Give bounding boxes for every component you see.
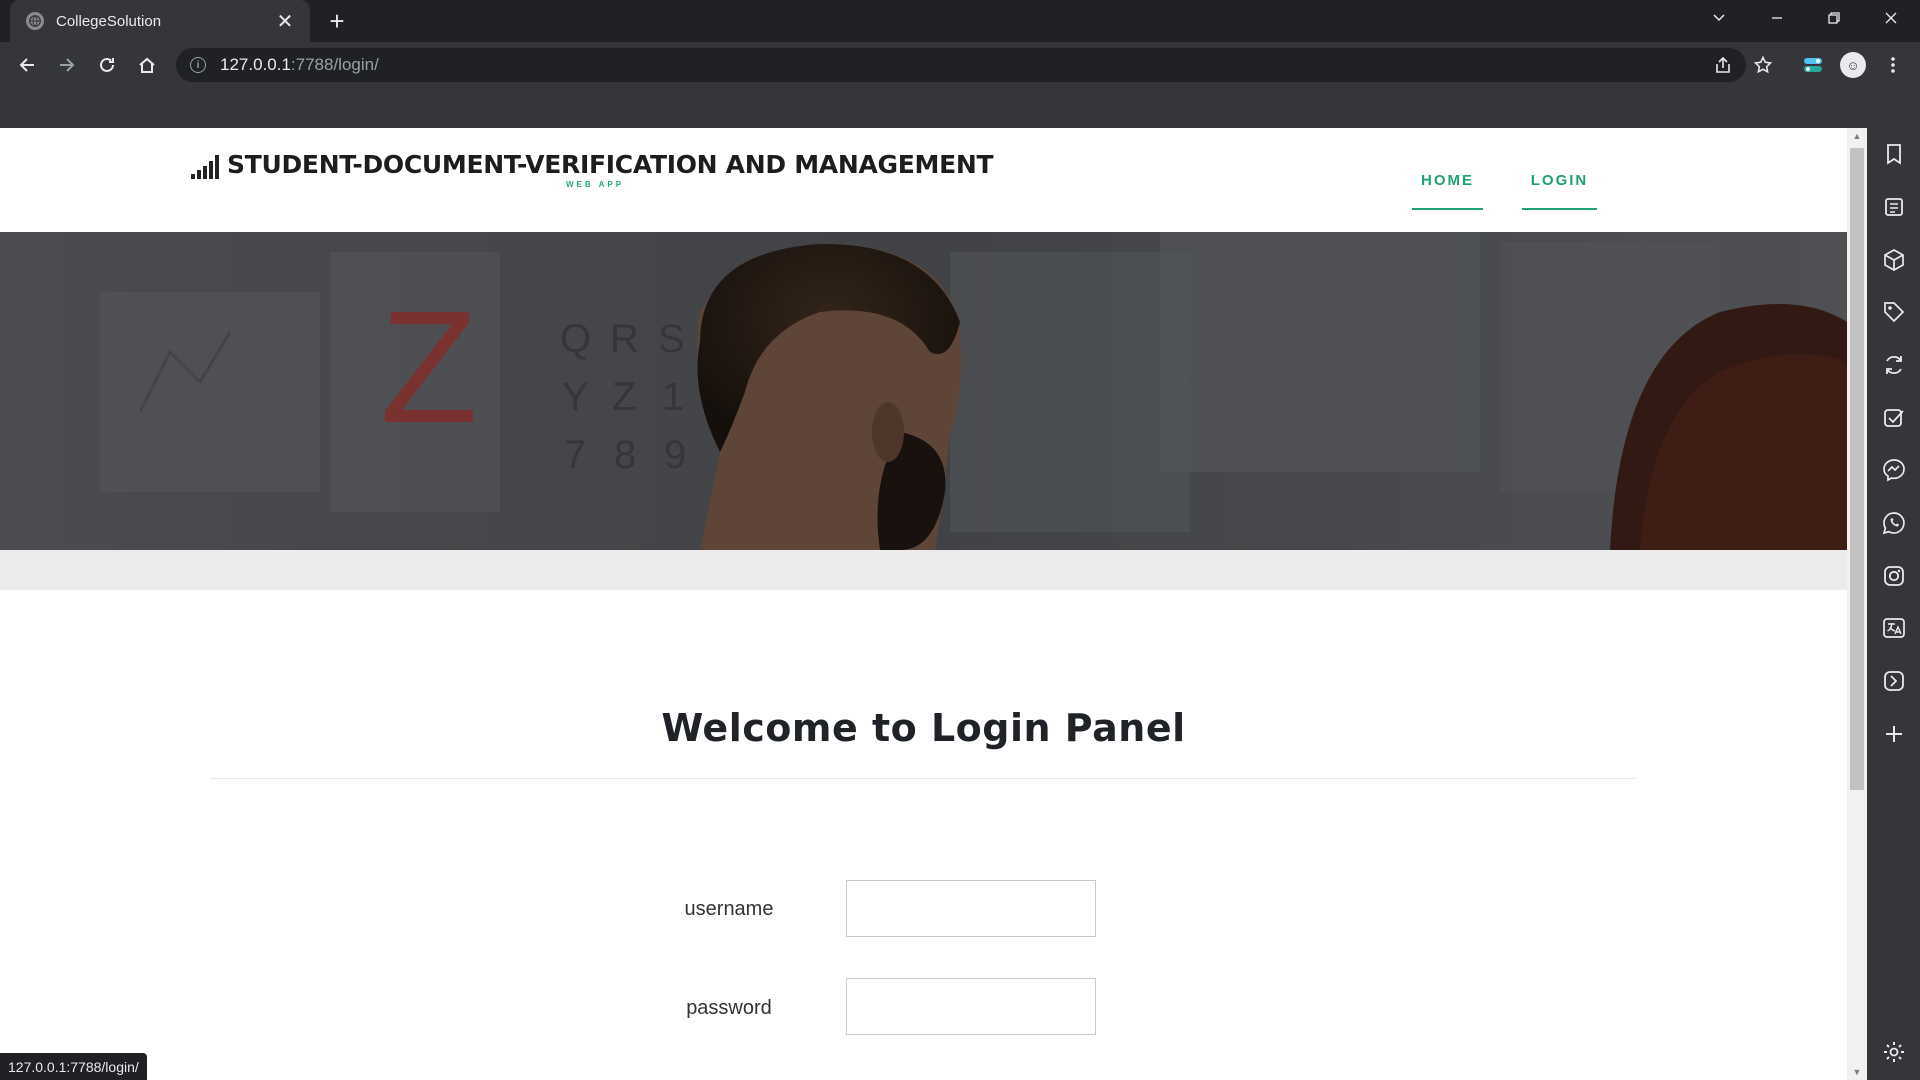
scroll-thumb[interactable] — [1850, 148, 1864, 790]
menu-button[interactable] — [1878, 50, 1908, 80]
translate-button[interactable] — [1880, 614, 1908, 642]
extension-button[interactable] — [1798, 50, 1828, 80]
home-button[interactable] — [132, 50, 162, 80]
whatsapp-icon — [1882, 512, 1905, 535]
password-input[interactable] — [846, 978, 1096, 1035]
scroll-up-icon[interactable]: ▲ — [1847, 128, 1867, 144]
arrow-right-icon — [60, 58, 75, 72]
site-header: STUDENT-DOCUMENT-VERIFICATION AND MANAGE… — [0, 128, 1847, 232]
reading-list-button[interactable] — [1880, 193, 1908, 221]
back-button[interactable] — [12, 50, 42, 80]
tags-button[interactable] — [1880, 298, 1908, 326]
messenger-button[interactable] — [1880, 456, 1908, 484]
whatsapp-button[interactable] — [1880, 509, 1908, 537]
chevron-right-box-icon — [1884, 671, 1904, 691]
sync-icon — [1886, 355, 1902, 375]
close-tab-icon[interactable]: ✕ — [274, 10, 296, 33]
site-subtitle: WEB APP — [566, 180, 625, 189]
close-icon — [1885, 12, 1897, 24]
translate-icon — [1883, 618, 1905, 638]
forward-button[interactable] — [52, 50, 82, 80]
status-url-tooltip: 127.0.0.1:7788/login/ — [0, 1053, 147, 1080]
arrow-left-icon — [19, 58, 34, 72]
home-icon — [139, 57, 155, 73]
chevron-down-icon — [1713, 14, 1725, 22]
side-panel — [1867, 128, 1920, 1080]
messenger-icon — [1883, 459, 1905, 482]
url-path: :7788/login/ — [290, 55, 379, 74]
minimize-icon — [1772, 17, 1782, 19]
title-divider — [210, 778, 1635, 779]
document-list-icon — [1885, 198, 1903, 216]
avatar: ☺ — [1840, 52, 1866, 78]
username-input[interactable] — [846, 880, 1096, 937]
section-divider-band — [0, 550, 1847, 590]
reload-icon — [100, 57, 114, 72]
nav-home[interactable]: HOME — [1412, 172, 1483, 210]
tasks-button[interactable] — [1880, 404, 1908, 432]
tab-title: CollegeSolution — [56, 12, 162, 30]
box-icon — [1884, 249, 1904, 271]
page-viewport: STUDENT-DOCUMENT-VERIFICATION AND MANAGE… — [0, 128, 1847, 1080]
restore-icon — [1828, 12, 1840, 24]
signal-bars-icon — [191, 155, 221, 179]
package-button[interactable] — [1880, 246, 1908, 274]
restore-button[interactable] — [1809, 0, 1859, 36]
tag-icon — [1884, 302, 1905, 323]
more-vert-icon — [1891, 57, 1895, 73]
tab-search-button[interactable] — [1694, 0, 1744, 36]
browser-toolbar: i 127.0.0.1:7788/login/ ☺ — [0, 42, 1920, 88]
url-host: 127.0.0.1 — [220, 55, 291, 74]
globe-icon — [26, 12, 44, 30]
address-bar[interactable]: i 127.0.0.1:7788/login/ — [176, 48, 1773, 82]
share-icon — [1716, 56, 1730, 73]
bookmark-icon — [1887, 144, 1901, 165]
minimize-button[interactable] — [1752, 0, 1802, 36]
site-title: STUDENT-DOCUMENT-VERIFICATION AND MANAGE… — [227, 150, 994, 179]
instagram-icon — [1884, 566, 1904, 586]
hero-image: Z Q R S Y Z 1 7 8 9 — [0, 232, 1847, 550]
instagram-button[interactable] — [1880, 562, 1908, 590]
extension-icon — [1804, 58, 1822, 72]
scroll-down-icon[interactable]: ▼ — [1847, 1064, 1867, 1080]
tab-strip: CollegeSolution ✕ + — [0, 0, 1920, 42]
nav-login[interactable]: LOGIN — [1522, 172, 1597, 210]
site-logo[interactable]: STUDENT-DOCUMENT-VERIFICATION AND MANAGE… — [191, 150, 994, 179]
star-icon — [1753, 55, 1773, 74]
page-title: Welcome to Login Panel — [661, 706, 1186, 750]
gear-icon — [1884, 1042, 1904, 1062]
page-scrollbar[interactable]: ▲ ▼ — [1847, 128, 1867, 1080]
profile-button[interactable]: ☺ — [1838, 50, 1868, 80]
new-tab-button[interactable]: + — [324, 6, 350, 36]
username-label: username — [684, 898, 774, 920]
site-info-icon[interactable]: i — [190, 57, 206, 73]
add-panel-button[interactable] — [1880, 720, 1908, 748]
checkbox-icon — [1884, 409, 1904, 427]
bookmark-panel-button[interactable] — [1880, 140, 1908, 168]
terminal-button[interactable] — [1880, 667, 1908, 695]
reload-button[interactable] — [92, 50, 122, 80]
hero-banner: Z Q R S Y Z 1 7 8 9 — [0, 232, 1847, 550]
password-label: password — [686, 997, 772, 1019]
sync-button[interactable] — [1880, 351, 1908, 379]
browser-tab[interactable]: CollegeSolution ✕ — [10, 0, 310, 42]
plus-icon — [1886, 726, 1902, 742]
bookmark-star-button[interactable] — [1748, 48, 1778, 82]
close-window-button[interactable] — [1866, 0, 1916, 36]
share-button[interactable] — [1708, 48, 1738, 82]
settings-button[interactable] — [1880, 1038, 1908, 1066]
